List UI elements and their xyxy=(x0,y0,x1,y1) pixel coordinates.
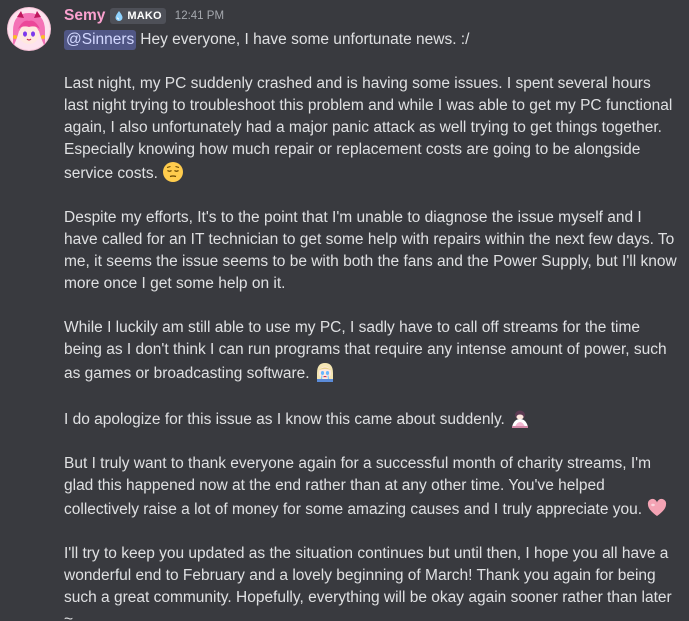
message-paragraph: Last night, my PC suddenly crashed and i… xyxy=(64,73,679,185)
message-paragraph: But I truly want to thank everyone again… xyxy=(64,453,679,521)
server-tag[interactable]: MAKO xyxy=(110,8,166,24)
paragraph-text: Last night, my PC suddenly crashed and i… xyxy=(64,75,673,182)
message-content: @Sinners Hey everyone, I have some unfort… xyxy=(64,29,679,621)
username[interactable]: Semy xyxy=(64,6,105,26)
server-tag-label: MAKO xyxy=(127,10,162,22)
message-paragraph: @Sinners Hey everyone, I have some unfort… xyxy=(64,29,679,51)
message-paragraph: Despite my efforts, It's to the point th… xyxy=(64,207,679,295)
anime-girl-avatar-icon xyxy=(7,7,51,51)
paragraph-text: Hey everyone, I have some unfortunate ne… xyxy=(140,31,470,48)
bowing-anime-emoji-icon[interactable] xyxy=(509,407,531,429)
chat-message: Semy MAKO 12:41 PM @Sinners Hey everyone,… xyxy=(0,0,689,621)
timestamp: 12:41 PM xyxy=(174,10,225,22)
message-header: Semy MAKO 12:41 PM xyxy=(64,6,679,26)
avatar[interactable] xyxy=(7,7,51,51)
droplet-icon xyxy=(115,11,123,21)
relieved-face-emoji-icon[interactable] xyxy=(162,161,184,183)
message-paragraph: I'll try to keep you updated as the situ… xyxy=(64,543,679,621)
paragraph-text: While I luckily am still able to use my … xyxy=(64,319,667,382)
paragraph-text: I'll try to keep you updated as the situ… xyxy=(64,545,672,621)
paragraph-text: I do apologize for this issue as I know … xyxy=(64,411,505,428)
message-paragraph: While I luckily am still able to use my … xyxy=(64,317,679,385)
crying-anime-emoji-icon[interactable] xyxy=(314,361,336,383)
user-mention[interactable]: @Sinners xyxy=(64,30,137,50)
heart-emoji-icon[interactable] xyxy=(646,497,668,519)
paragraph-text: Despite my efforts, It's to the point th… xyxy=(64,209,677,292)
paragraph-text: But I truly want to thank everyone again… xyxy=(64,455,652,518)
message-paragraph: I do apologize for this issue as I know … xyxy=(64,407,679,431)
